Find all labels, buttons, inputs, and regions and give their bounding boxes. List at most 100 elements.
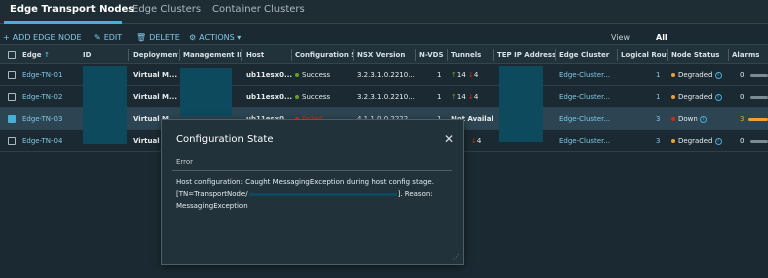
actions-menu-button[interactable]: ⚙ ACTIONS ▾ — [189, 33, 241, 42]
tunnels-status[interactable]: ↑14 ↓4 — [451, 93, 478, 101]
logical-routers-link[interactable]: 1 — [656, 71, 660, 79]
success-status-icon — [295, 73, 299, 77]
edge-name-link[interactable]: Edge-TN-02 — [22, 93, 62, 101]
column-alarms[interactable]: Alarms — [732, 51, 768, 59]
row-checkbox[interactable] — [8, 71, 16, 79]
resize-handle-icon[interactable]: ⋰ — [453, 253, 460, 261]
config-state-label: Success — [302, 71, 331, 79]
column-edge-label: Edge — [22, 51, 42, 59]
view-filter-select[interactable]: All — [656, 33, 668, 42]
logical-routers-link[interactable]: 3 — [656, 137, 660, 145]
node-status[interactable]: Degraded i — [671, 137, 722, 145]
node-status-label: Degraded — [678, 93, 713, 101]
error-reason-suffix: ]. Reason: — [397, 190, 433, 198]
tab-container-clusters[interactable]: Container Clusters — [212, 4, 305, 15]
alarms-count[interactable]: 3 — [740, 115, 744, 123]
column-separator[interactable] — [555, 49, 556, 61]
row-checkbox[interactable] — [8, 93, 16, 101]
column-id[interactable]: ID — [83, 51, 123, 59]
close-icon[interactable]: ✕ — [444, 132, 454, 146]
row-checkbox[interactable] — [8, 137, 16, 145]
alarms-count[interactable]: 0 — [740, 71, 744, 79]
node-status-label: Degraded — [678, 137, 713, 145]
tunnels-status[interactable]: ↓4 — [471, 137, 481, 145]
edge-cluster-link[interactable]: Edge-Cluster... — [559, 115, 610, 123]
edge-name-link[interactable]: Edge-TN-01 — [22, 71, 62, 79]
view-label: View — [611, 33, 630, 42]
column-separator[interactable] — [291, 49, 292, 61]
edge-cluster-link[interactable]: Edge-Cluster... — [559, 71, 610, 79]
logical-routers-link[interactable]: 1 — [656, 93, 660, 101]
nsx-version: 3.2.3.1.0.2210... — [357, 93, 415, 101]
config-state-label: Success — [302, 93, 331, 101]
column-configuration-state[interactable]: Configuration Sta — [295, 51, 353, 59]
host-name: ub11esx0... — [246, 93, 293, 101]
configuration-state-dialog: Configuration State ✕ Error Host configu… — [161, 119, 464, 265]
redacted-node-id — [248, 192, 397, 196]
column-edge[interactable]: Edge ↑ — [22, 51, 50, 59]
row-checkbox[interactable] — [8, 115, 16, 123]
chevron-down-icon: ▾ — [237, 33, 242, 42]
down-status-icon — [671, 117, 675, 121]
tunnels-status[interactable]: ↑14 ↓4 — [451, 71, 478, 79]
column-separator[interactable] — [179, 49, 180, 61]
sort-ascending-icon: ↑ — [44, 51, 50, 59]
column-tep-ip-addresses[interactable]: TEP IP Addresses — [497, 51, 555, 59]
error-section-label: Error — [176, 158, 194, 166]
actions-label: ACTIONS — [199, 33, 235, 42]
nsx-version: 3.2.3.1.0.2210... — [357, 71, 415, 79]
node-status-label: Down — [678, 115, 698, 123]
column-nvds[interactable]: N-VDS — [419, 51, 449, 59]
alarms-bar — [750, 140, 768, 143]
column-separator[interactable] — [617, 49, 618, 61]
config-state[interactable]: Success — [295, 71, 330, 79]
column-deployment-type[interactable]: Deployment T — [133, 51, 178, 59]
tunnels-up-count: 14 — [456, 93, 466, 101]
column-separator[interactable] — [128, 49, 129, 61]
alarms-bar — [750, 74, 768, 77]
redacted-management-ip-block — [180, 68, 232, 116]
column-node-status[interactable]: Node Status — [671, 51, 729, 59]
tunnels-down-count: 4 — [473, 71, 479, 79]
column-separator[interactable] — [353, 49, 354, 61]
tab-edge-clusters[interactable]: Edge Clusters — [132, 4, 201, 15]
node-status[interactable]: Down i — [671, 115, 707, 123]
alarms-count[interactable]: 0 — [740, 137, 744, 145]
node-status[interactable]: Degraded i — [671, 93, 722, 101]
redacted-tep-ip-block — [499, 66, 543, 142]
column-host[interactable]: Host — [246, 51, 291, 59]
node-status[interactable]: Degraded i — [671, 71, 722, 79]
column-separator[interactable] — [447, 49, 448, 61]
add-edge-node-button[interactable]: + ADD EDGE NODE — [3, 33, 82, 42]
info-icon[interactable]: i — [699, 115, 707, 123]
delete-button[interactable]: 🗑 DELETE — [136, 33, 180, 42]
edge-cluster-link[interactable]: Edge-Cluster... — [559, 93, 610, 101]
column-separator[interactable] — [493, 49, 494, 61]
tab-edge-transport-nodes[interactable]: Edge Transport Nodes — [10, 4, 134, 15]
column-separator[interactable] — [667, 49, 668, 61]
column-logical-routers[interactable]: Logical Route — [621, 51, 667, 59]
column-management-ip[interactable]: Management IP — [183, 51, 241, 59]
dialog-title: Configuration State — [176, 134, 274, 145]
edge-name-link[interactable]: Edge-TN-04 — [22, 137, 62, 145]
column-edge-cluster[interactable]: Edge Cluster — [559, 51, 617, 59]
edge-name-link[interactable]: Edge-TN-03 — [22, 115, 62, 123]
edge-cluster-link[interactable]: Edge-Cluster... — [559, 137, 610, 145]
select-all-checkbox[interactable] — [8, 51, 16, 59]
column-separator[interactable] — [241, 49, 242, 61]
config-state[interactable]: Success — [295, 93, 330, 101]
info-icon[interactable]: i — [714, 137, 722, 145]
column-nsx-version[interactable]: NSX Version — [357, 51, 415, 59]
degraded-status-icon — [671, 95, 675, 99]
column-tunnels[interactable]: Tunnels — [451, 51, 493, 59]
info-icon[interactable]: i — [714, 93, 722, 101]
error-message-line: Host configuration: Caught MessagingExce… — [176, 178, 434, 186]
column-separator[interactable] — [728, 49, 729, 61]
error-node-prefix: [TN=TransportNode/ — [176, 190, 248, 198]
info-icon[interactable]: i — [714, 71, 722, 79]
logical-routers-link[interactable]: 3 — [656, 115, 660, 123]
alarms-count[interactable]: 0 — [740, 93, 744, 101]
column-separator[interactable] — [415, 49, 416, 61]
edit-button[interactable]: ✎ EDIT — [94, 33, 122, 42]
nvds-count: 1 — [437, 93, 442, 101]
